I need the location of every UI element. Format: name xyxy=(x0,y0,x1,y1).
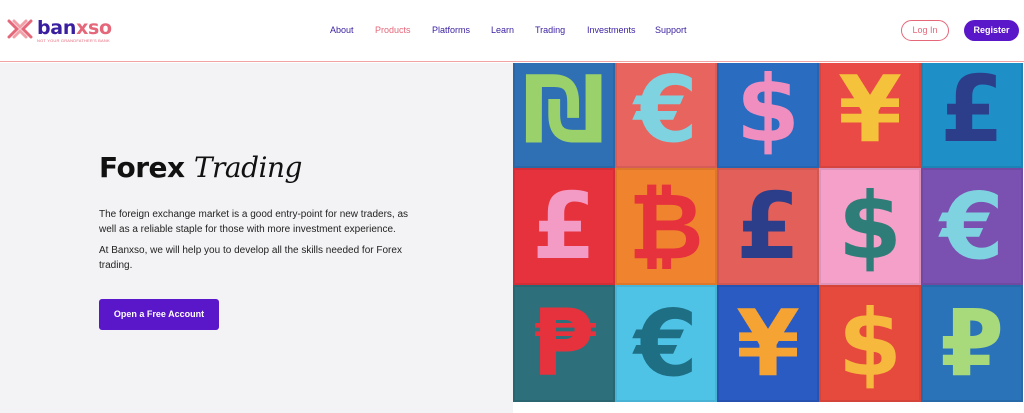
page-title: Forex Trading xyxy=(99,151,302,184)
currency-tile-bitcoin: ₿ xyxy=(615,168,717,285)
site-header: banxso not your grandfather's bank About… xyxy=(0,0,1024,62)
open-account-button[interactable]: Open a Free Account xyxy=(99,299,219,330)
dollar-symbol-icon: $ xyxy=(735,63,800,163)
nav-item-investments[interactable]: Investments xyxy=(587,25,636,35)
yen-symbol-icon: ¥ xyxy=(735,289,800,397)
hero-support-text: At Banxso, we will help you to develop a… xyxy=(99,245,402,271)
currency-tile-euro: € xyxy=(615,285,717,402)
currency-tile-peso: ₱ xyxy=(513,285,615,402)
currency-tile-dollar: $ xyxy=(819,285,921,402)
dollar-symbol-icon: $ xyxy=(837,172,902,280)
nav-item-support[interactable]: Support xyxy=(655,25,687,35)
nav-item-products[interactable]: Products xyxy=(375,25,411,35)
nav-item-learn[interactable]: Learn xyxy=(491,25,514,35)
currency-tile-pound: £ xyxy=(513,168,615,285)
currency-tile-pound: £ xyxy=(921,63,1023,168)
currency-tile-pound: £ xyxy=(717,168,819,285)
yen-symbol-icon: ¥ xyxy=(837,63,902,163)
currency-tile-euro: € xyxy=(615,63,717,168)
pound-symbol-icon: £ xyxy=(735,172,800,280)
euro-symbol-icon: € xyxy=(939,172,1004,280)
currency-tile-dollar: $ xyxy=(819,168,921,285)
register-button[interactable]: Register xyxy=(964,20,1019,41)
nav-item-platforms[interactable]: Platforms xyxy=(432,25,470,35)
brand-logo[interactable]: banxso not your grandfather's bank xyxy=(7,18,112,43)
nav-item-trading[interactable]: Trading xyxy=(535,25,565,35)
hero-section: Forex Trading The foreign exchange marke… xyxy=(0,63,513,413)
brand-name: banxso xyxy=(37,17,112,39)
dollar-symbol-icon: $ xyxy=(837,289,902,397)
bitcoin-symbol-icon: ₿ xyxy=(628,172,704,280)
login-button[interactable]: Log In xyxy=(901,20,949,41)
hero-description: The foreign exchange market is a good en… xyxy=(99,209,409,235)
peso-symbol-icon: ₱ xyxy=(531,289,596,397)
nav-item-about[interactable]: About xyxy=(330,25,354,35)
currency-tile-yen: ¥ xyxy=(819,63,921,168)
currency-mosaic-image: ₪ € $ ¥ £ £ ₿ £ $ € ₱ € ¥ $ ₽ xyxy=(513,63,1024,413)
currency-tile-yen: ¥ xyxy=(717,285,819,402)
ruble-symbol-icon: ₽ xyxy=(939,289,1004,397)
currency-tile-euro: € xyxy=(921,168,1023,285)
currency-tile-ruble: ₽ xyxy=(921,285,1023,402)
shekel-symbol-icon: ₪ xyxy=(522,63,606,163)
pound-symbol-icon: £ xyxy=(939,63,1004,163)
pound-symbol-icon: £ xyxy=(531,172,596,280)
brand-tagline: not your grandfather's bank xyxy=(37,38,110,43)
euro-symbol-icon: € xyxy=(633,289,698,397)
logo-x-icon xyxy=(7,19,33,39)
currency-tile-dollar: $ xyxy=(717,63,819,168)
euro-symbol-icon: € xyxy=(633,63,698,163)
currency-tile-shekel: ₪ xyxy=(513,63,615,168)
